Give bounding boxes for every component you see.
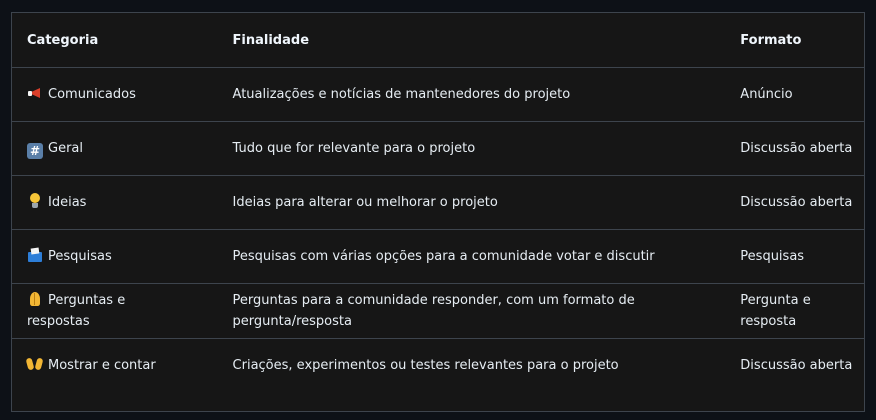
category-label: Pesquisas — [48, 249, 112, 264]
purpose-line1: Perguntas para a comunidade responder, c… — [232, 293, 635, 308]
category-label: Ideias — [48, 195, 87, 210]
category-label-line1: Perguntas e — [48, 293, 126, 308]
header-purpose: Finalidade — [232, 32, 310, 48]
format-cell: Anúncio — [740, 87, 793, 102]
format-cell: Discussão aberta — [740, 195, 853, 210]
megaphone-icon — [27, 85, 43, 101]
purpose-cell: Tudo que for relevante para o projeto — [232, 141, 476, 156]
category-label: Geral — [48, 141, 83, 156]
format-cell: Discussão aberta — [740, 358, 853, 373]
header-format: Formato — [740, 32, 802, 48]
format-cell: Discussão aberta — [740, 141, 853, 156]
format-cell: Pergunta e resposta — [725, 290, 864, 332]
category-cell: Mostrar e contar — [12, 355, 218, 376]
header-category: Categoria — [27, 32, 99, 48]
category-label: Comunicados — [48, 87, 136, 102]
purpose-cell: Criações, experimentos ou testes relevan… — [232, 358, 619, 373]
purpose-line2: pergunta/resposta — [232, 314, 352, 329]
category-label: Mostrar e contar — [48, 358, 156, 373]
table-row: Pesquisas Pesquisas com várias opções pa… — [12, 229, 864, 283]
purpose-cell: Atualizações e notícias de mantenedores … — [232, 87, 571, 102]
category-cell: # Geral — [12, 138, 218, 159]
category-cell: Comunicados — [12, 84, 218, 105]
format-line2: resposta — [740, 314, 797, 329]
table-row: # Geral Tudo que for relevante para o pro… — [12, 121, 864, 175]
table-header-row: Categoria Finalidade Formato — [12, 13, 864, 67]
purpose-cell: Ideias para alterar ou melhorar o projet… — [232, 195, 498, 210]
folded-hands-icon — [27, 291, 43, 307]
category-cell: Perguntas e respostas — [12, 290, 218, 332]
format-cell: Pesquisas — [740, 249, 805, 264]
category-cell: Ideias — [12, 192, 218, 213]
table-row: Mostrar e contar Criações, experimentos … — [12, 338, 864, 392]
discussion-categories-table: Categoria Finalidade Formato Comunicados… — [11, 12, 865, 412]
table-row: Comunicados Atualizações e notícias de m… — [12, 67, 864, 121]
light-bulb-icon — [27, 193, 43, 209]
table-row: Ideias Ideias para alterar ou melhorar o… — [12, 175, 864, 229]
hash-keycap-icon: # — [27, 143, 43, 159]
table-row: Perguntas e respostas Perguntas para a c… — [12, 283, 864, 338]
purpose-cell: Pesquisas com várias opções para a comun… — [232, 249, 655, 264]
category-cell: Pesquisas — [12, 246, 218, 267]
purpose-cell: Perguntas para a comunidade responder, c… — [218, 290, 726, 332]
category-label-line2: respostas — [27, 314, 90, 329]
format-line1: Pergunta e — [740, 293, 811, 308]
ballot-box-icon — [27, 247, 43, 263]
raised-hands-icon — [27, 356, 43, 372]
